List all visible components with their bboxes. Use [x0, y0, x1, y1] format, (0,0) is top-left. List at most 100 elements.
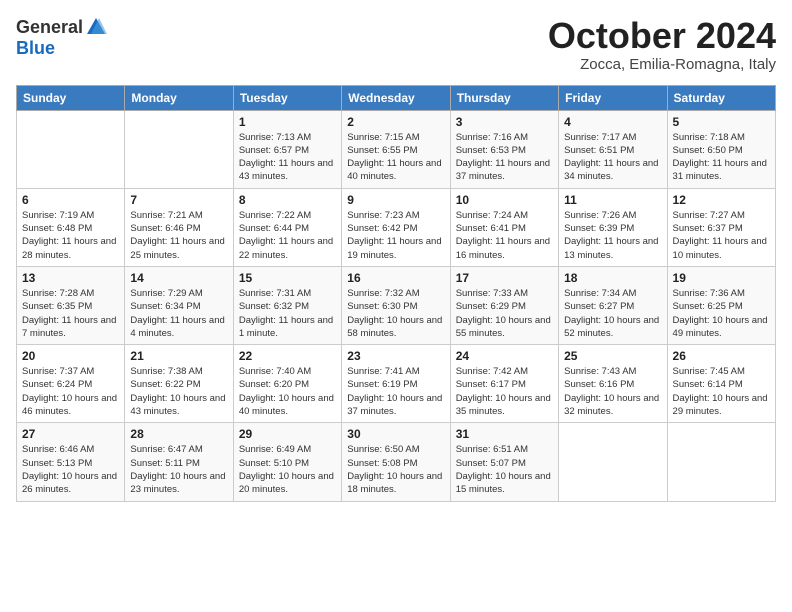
calendar-cell: 2 Sunrise: 7:15 AMSunset: 6:55 PMDaylight…	[342, 110, 450, 188]
col-header-friday: Friday	[559, 85, 667, 110]
calendar-week-row: 20 Sunrise: 7:37 AMSunset: 6:24 PMDayligh…	[17, 345, 776, 423]
calendar-cell: 21Sunrise: 7:38 AMSunset: 6:22 PMDayligh…	[125, 345, 233, 423]
day-number: 28	[130, 427, 227, 441]
calendar-header-row: SundayMondayTuesdayWednesdayThursdayFrid…	[17, 85, 776, 110]
calendar-cell: 31 Sunrise: 6:51 AMSunset: 5:07 PMDayligh…	[450, 423, 558, 501]
day-info: Sunrise: 7:24 AMSunset: 6:41 PMDaylight:…	[456, 209, 553, 262]
day-info: Sunrise: 6:50 AMSunset: 5:08 PMDaylight:…	[347, 443, 444, 496]
day-number: 5	[673, 115, 770, 129]
day-info: Sunrise: 7:37 AMSunset: 6:24 PMDaylight:…	[22, 365, 119, 418]
day-number: 31	[456, 427, 553, 441]
calendar-cell: 3 Sunrise: 7:16 AMSunset: 6:53 PMDaylight…	[450, 110, 558, 188]
day-info: Sunrise: 7:16 AMSunset: 6:53 PMDaylight:…	[456, 131, 553, 184]
day-info: Sunrise: 7:29 AMSunset: 6:34 PMDaylight:…	[130, 287, 227, 340]
calendar-week-row: 27 Sunrise: 6:46 AMSunset: 5:13 PMDayligh…	[17, 423, 776, 501]
day-info: Sunrise: 7:13 AMSunset: 6:57 PMDaylight:…	[239, 131, 336, 184]
day-number: 18	[564, 271, 661, 285]
calendar-cell: 11Sunrise: 7:26 AMSunset: 6:39 PMDayligh…	[559, 188, 667, 266]
day-number: 4	[564, 115, 661, 129]
day-info: Sunrise: 7:42 AMSunset: 6:17 PMDaylight:…	[456, 365, 553, 418]
day-info: Sunrise: 7:36 AMSunset: 6:25 PMDaylight:…	[673, 287, 770, 340]
calendar-cell: 24 Sunrise: 7:42 AMSunset: 6:17 PMDayligh…	[450, 345, 558, 423]
day-number: 3	[456, 115, 553, 129]
day-number: 15	[239, 271, 336, 285]
day-info: Sunrise: 7:34 AMSunset: 6:27 PMDaylight:…	[564, 287, 661, 340]
month-title: October 2024	[548, 16, 776, 56]
day-info: Sunrise: 7:23 AMSunset: 6:42 PMDaylight:…	[347, 209, 444, 262]
calendar-cell: 26 Sunrise: 7:45 AMSunset: 6:14 PMDayligh…	[667, 345, 775, 423]
title-block: October 2024 Zocca, Emilia-Romagna, Ital…	[548, 16, 776, 73]
calendar-cell: 1 Sunrise: 7:13 AMSunset: 6:57 PMDaylight…	[233, 110, 341, 188]
calendar-cell: 17 Sunrise: 7:33 AMSunset: 6:29 PMDayligh…	[450, 266, 558, 344]
day-info: Sunrise: 7:19 AMSunset: 6:48 PMDaylight:…	[22, 209, 119, 262]
day-number: 25	[564, 349, 661, 363]
day-number: 6	[22, 193, 119, 207]
col-header-monday: Monday	[125, 85, 233, 110]
calendar-cell	[667, 423, 775, 501]
calendar-cell: 14 Sunrise: 7:29 AMSunset: 6:34 PMDayligh…	[125, 266, 233, 344]
day-number: 30	[347, 427, 444, 441]
day-info: Sunrise: 7:21 AMSunset: 6:46 PMDaylight:…	[130, 209, 227, 262]
col-header-saturday: Saturday	[667, 85, 775, 110]
calendar-cell	[17, 110, 125, 188]
day-number: 1	[239, 115, 336, 129]
day-info: Sunrise: 7:40 AMSunset: 6:20 PMDaylight:…	[239, 365, 336, 418]
day-info: Sunrise: 7:22 AMSunset: 6:44 PMDaylight:…	[239, 209, 336, 262]
col-header-sunday: Sunday	[17, 85, 125, 110]
calendar-cell: 6 Sunrise: 7:19 AMSunset: 6:48 PMDaylight…	[17, 188, 125, 266]
day-number: 14	[130, 271, 227, 285]
logo-blue-text: Blue	[16, 38, 107, 59]
calendar-cell: 7 Sunrise: 7:21 AMSunset: 6:46 PMDaylight…	[125, 188, 233, 266]
calendar-cell	[125, 110, 233, 188]
day-info: Sunrise: 6:46 AMSunset: 5:13 PMDaylight:…	[22, 443, 119, 496]
day-info: Sunrise: 7:41 AMSunset: 6:19 PMDaylight:…	[347, 365, 444, 418]
calendar-cell: 4 Sunrise: 7:17 AMSunset: 6:51 PMDaylight…	[559, 110, 667, 188]
col-header-wednesday: Wednesday	[342, 85, 450, 110]
day-number: 20	[22, 349, 119, 363]
day-number: 17	[456, 271, 553, 285]
calendar-cell: 16Sunrise: 7:32 AMSunset: 6:30 PMDayligh…	[342, 266, 450, 344]
day-info: Sunrise: 7:18 AMSunset: 6:50 PMDaylight:…	[673, 131, 770, 184]
calendar-cell: 5 Sunrise: 7:18 AMSunset: 6:50 PMDaylight…	[667, 110, 775, 188]
day-number: 10	[456, 193, 553, 207]
calendar-cell: 9 Sunrise: 7:23 AMSunset: 6:42 PMDaylight…	[342, 188, 450, 266]
calendar-week-row: 13Sunrise: 7:28 AMSunset: 6:35 PMDayligh…	[17, 266, 776, 344]
day-number: 16	[347, 271, 444, 285]
calendar-cell: 25 Sunrise: 7:43 AMSunset: 6:16 PMDayligh…	[559, 345, 667, 423]
calendar-cell: 27 Sunrise: 6:46 AMSunset: 5:13 PMDayligh…	[17, 423, 125, 501]
calendar-cell: 13Sunrise: 7:28 AMSunset: 6:35 PMDayligh…	[17, 266, 125, 344]
col-header-thursday: Thursday	[450, 85, 558, 110]
day-number: 22	[239, 349, 336, 363]
day-info: Sunrise: 7:43 AMSunset: 6:16 PMDaylight:…	[564, 365, 661, 418]
calendar-cell: 20 Sunrise: 7:37 AMSunset: 6:24 PMDayligh…	[17, 345, 125, 423]
day-number: 27	[22, 427, 119, 441]
day-info: Sunrise: 7:15 AMSunset: 6:55 PMDaylight:…	[347, 131, 444, 184]
day-number: 26	[673, 349, 770, 363]
day-number: 7	[130, 193, 227, 207]
calendar-cell: 29Sunrise: 6:49 AMSunset: 5:10 PMDayligh…	[233, 423, 341, 501]
day-info: Sunrise: 6:51 AMSunset: 5:07 PMDaylight:…	[456, 443, 553, 496]
day-info: Sunrise: 7:17 AMSunset: 6:51 PMDaylight:…	[564, 131, 661, 184]
day-number: 21	[130, 349, 227, 363]
col-header-tuesday: Tuesday	[233, 85, 341, 110]
day-info: Sunrise: 7:26 AMSunset: 6:39 PMDaylight:…	[564, 209, 661, 262]
day-number: 24	[456, 349, 553, 363]
day-number: 13	[22, 271, 119, 285]
day-number: 8	[239, 193, 336, 207]
calendar-cell: 15Sunrise: 7:31 AMSunset: 6:32 PMDayligh…	[233, 266, 341, 344]
calendar-cell: 12Sunrise: 7:27 AMSunset: 6:37 PMDayligh…	[667, 188, 775, 266]
day-number: 2	[347, 115, 444, 129]
page-header: General Blue October 2024 Zocca, Emilia-…	[16, 16, 776, 73]
day-info: Sunrise: 7:45 AMSunset: 6:14 PMDaylight:…	[673, 365, 770, 418]
calendar-table: SundayMondayTuesdayWednesdayThursdayFrid…	[16, 85, 776, 502]
day-info: Sunrise: 6:47 AMSunset: 5:11 PMDaylight:…	[130, 443, 227, 496]
day-number: 9	[347, 193, 444, 207]
calendar-cell: 10 Sunrise: 7:24 AMSunset: 6:41 PMDayligh…	[450, 188, 558, 266]
calendar-cell: 8 Sunrise: 7:22 AMSunset: 6:44 PMDaylight…	[233, 188, 341, 266]
calendar-cell: 18 Sunrise: 7:34 AMSunset: 6:27 PMDayligh…	[559, 266, 667, 344]
calendar-cell: 23Sunrise: 7:41 AMSunset: 6:19 PMDayligh…	[342, 345, 450, 423]
day-info: Sunrise: 7:33 AMSunset: 6:29 PMDaylight:…	[456, 287, 553, 340]
day-number: 19	[673, 271, 770, 285]
calendar-cell: 28 Sunrise: 6:47 AMSunset: 5:11 PMDayligh…	[125, 423, 233, 501]
calendar-cell: 30 Sunrise: 6:50 AMSunset: 5:08 PMDayligh…	[342, 423, 450, 501]
